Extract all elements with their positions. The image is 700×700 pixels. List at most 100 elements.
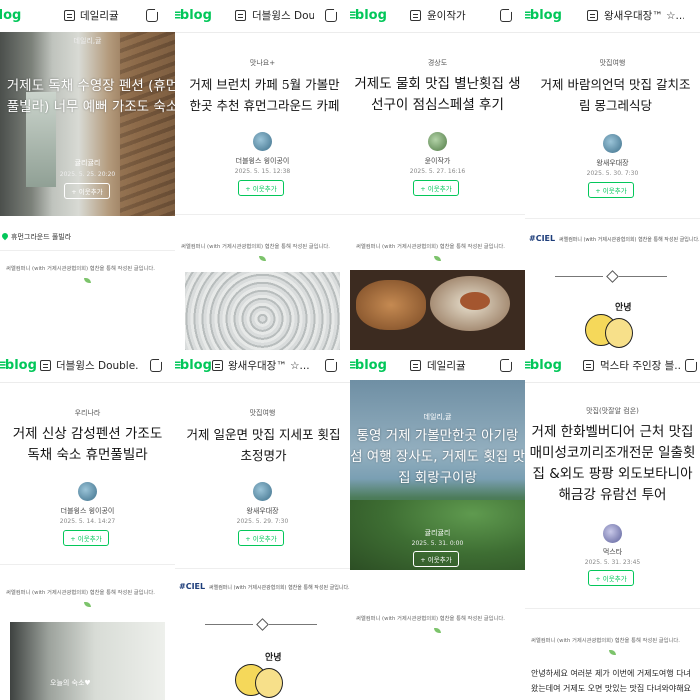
post-title-line: 매미성코끼리조개전문 일출횟 <box>529 445 696 461</box>
blog-logo[interactable]: ≡blog <box>525 350 562 382</box>
logo-text: blog <box>529 8 562 23</box>
notification-icon[interactable] <box>325 7 339 22</box>
add-neighbor-button[interactable]: + 이웃추가 <box>588 182 634 198</box>
blog-name[interactable]: 데일리귤 <box>80 0 119 32</box>
logo-text: blog <box>354 358 387 373</box>
post-title-line: 거제 브런치 카페 5월 가볼만 <box>189 77 340 92</box>
notification-icon[interactable] <box>500 357 514 372</box>
post-title[interactable]: 거제도 물회 맛집 별난횟집 생 선구이 점심스페셜 후기 <box>350 74 525 116</box>
author-name[interactable]: 귤리귤리 <box>350 528 525 538</box>
blog-post-card[interactable]: ≡blog 왕새우대장™ ☆... 맛집여행 거제 일운면 맛집 지세포 횟집 … <box>175 350 350 700</box>
list-icon[interactable] <box>40 360 51 371</box>
author-name[interactable]: 먹스타 <box>525 547 700 557</box>
add-neighbor-button[interactable]: + 이웃추가 <box>413 551 459 567</box>
location-label: 휴먼그라운드 풀빌라 <box>11 233 72 241</box>
author-avatar[interactable] <box>603 134 622 153</box>
post-category[interactable]: 데일리,귤 <box>0 36 175 46</box>
post-title[interactable]: 거제 바람의언덕 맛집 갈치조 림 몽그레식당 <box>525 74 700 116</box>
blog-logo[interactable]: ≡blog <box>175 0 212 32</box>
post-title[interactable]: 거제 브런치 카페 5월 가볼만 한곳 추천 휴먼그라운드 카페 <box>175 74 350 116</box>
author-avatar[interactable] <box>253 132 272 151</box>
blog-logo[interactable]: ≡blog <box>0 350 37 382</box>
blog-post-collage: bblog 데일리귤 데일리,귤 거제도 독채 수영장 펜션 (휴먼 풀빌라) … <box>0 0 700 700</box>
blog-post-card[interactable]: bblog 데일리귤 데일리,귤 거제도 독채 수영장 펜션 (휴먼 풀빌라) … <box>0 0 175 350</box>
blog-name[interactable]: 왕새우대장™ ☆... <box>604 0 684 32</box>
post-category[interactable]: 데일리,귤 <box>350 412 525 422</box>
list-icon[interactable] <box>212 360 223 371</box>
notification-icon[interactable] <box>685 357 699 372</box>
blog-logo[interactable]: bblog <box>0 0 21 32</box>
author-name[interactable]: 더블윙스 윙이공이 <box>0 506 175 516</box>
blog-post-card[interactable]: ≡blog 왕새우대장™ ☆... 맛집여행 거제 바람의언덕 맛집 갈치조 림… <box>525 0 700 350</box>
add-neighbor-button[interactable]: + 이웃추가 <box>238 180 284 196</box>
post-category[interactable]: 맛집여행 <box>525 58 700 68</box>
post-title[interactable]: 거제 일운면 맛집 지세포 횟집 초정명가 <box>175 424 350 466</box>
post-category[interactable]: 우리나라 <box>0 408 175 418</box>
section-divider-left <box>555 276 603 277</box>
add-neighbor-button[interactable]: + 이웃추가 <box>63 530 109 546</box>
notification-icon[interactable] <box>325 357 339 372</box>
post-title-line: 집 회랑구이랑 <box>398 470 477 486</box>
author-name[interactable]: 귤리귤리 <box>0 158 175 168</box>
author-avatar[interactable] <box>78 482 97 501</box>
post-title[interactable]: 통영 거제 가볼만한곳 아기랑 섬 여행 장사도, 거제도 횟집 맛 집 회랑구… <box>350 426 525 489</box>
blog-post-card[interactable]: ≡blog 더블윙스 Double... 맛나요+ 거제 브런치 카페 5월 가… <box>175 0 350 350</box>
location-tag[interactable]: 휴먼그라운드 풀빌라 <box>0 231 72 242</box>
blog-name[interactable]: 왕새우대장™ ☆... <box>228 350 313 382</box>
add-neighbor-button[interactable]: + 이웃추가 <box>588 570 634 586</box>
blog-logo[interactable]: ≡blog <box>525 0 562 32</box>
blog-logo[interactable]: ≡blog <box>350 0 387 32</box>
blog-logo[interactable]: ≡blog <box>350 350 387 382</box>
list-icon[interactable] <box>410 360 421 371</box>
author-name[interactable]: 왕새우대장 <box>175 506 350 516</box>
blog-post-card[interactable]: ≡blog 더블윙스 Double... 우리나라 거제 신상 감성펜션 가조도… <box>0 350 175 700</box>
post-title-line: 풀빌라) 너무 예뻐 가조도 숙소 <box>6 99 175 115</box>
notification-icon[interactable] <box>150 357 164 372</box>
sponsorship-note: 써엘컴퍼니 (with 거제시관광협의회) 협찬을 통해 작성된 글입니다. <box>6 590 155 596</box>
author-avatar[interactable] <box>603 524 622 543</box>
author-avatar[interactable] <box>428 132 447 151</box>
list-icon[interactable] <box>587 10 598 21</box>
logo-text: blog <box>529 358 562 373</box>
blog-post-card[interactable]: ≡blog 먹스타 주인장 블... 맛집(맛잘알 컴온) 거제 한화벨버디어 … <box>525 350 700 700</box>
post-title[interactable]: 거제도 독채 수영장 펜션 (휴먼 풀빌라) 너무 예뻐 가조도 숙소 <box>0 76 175 118</box>
blog-name[interactable]: 윤이작가 <box>427 0 466 32</box>
list-icon[interactable] <box>64 10 75 21</box>
post-title-line: 섬 여행 장사도, 거제도 횟집 맛 <box>350 449 525 465</box>
logo-text: blog <box>4 358 37 373</box>
author-name[interactable]: 윤이작가 <box>350 156 525 166</box>
leaf-icon <box>84 602 91 607</box>
post-category[interactable]: 맛집(맛잘알 컴온) <box>525 406 700 416</box>
blog-name[interactable]: 데일리귤 <box>427 350 466 382</box>
blog-name[interactable]: 더블윙스 Double... <box>56 350 138 382</box>
post-date: 2025. 5. 30. 7:30 <box>586 170 639 177</box>
blog-post-card[interactable]: ≡blog 데일리귤 데일리,귤 통영 거제 가볼만한곳 아기랑 섬 여행 장사… <box>350 350 525 700</box>
post-category[interactable]: 경상도 <box>350 58 525 68</box>
author-name[interactable]: 더블윙스 윙이공이 <box>175 156 350 166</box>
add-neighbor-button[interactable]: + 이웃추가 <box>413 180 459 196</box>
add-neighbor-button[interactable]: + 이웃추가 <box>238 530 284 546</box>
blog-name[interactable]: 더블윙스 Double... <box>252 0 314 32</box>
author-avatar[interactable] <box>253 482 272 501</box>
leaf-icon <box>84 278 91 283</box>
post-category[interactable]: 맛나요+ <box>175 58 350 68</box>
list-icon[interactable] <box>583 360 594 371</box>
post-title[interactable]: 거제 신상 감성펜션 가조도 독채 숙소 휴먼풀빌라 <box>4 424 171 466</box>
list-icon[interactable] <box>235 10 246 21</box>
post-title[interactable]: 거제 한화벨버디어 근처 맛집 매미성코끼리조개전문 일출횟 집 &외도 팡팡 … <box>525 422 700 506</box>
post-title-line: 한곳 추천 휴먼그라운드 카페 <box>189 98 340 113</box>
list-icon[interactable] <box>410 10 421 21</box>
divider <box>0 250 175 251</box>
blog-name[interactable]: 먹스타 주인장 블... <box>600 350 680 382</box>
blog-logo[interactable]: ≡blog <box>175 350 212 382</box>
post-category[interactable]: 맛집여행 <box>175 408 350 418</box>
post-date: 2025. 5. 25. 20:20 <box>59 171 116 178</box>
author-name[interactable]: 왕새우대장 <box>525 158 700 168</box>
greeting-sticker: 안녕 <box>581 300 641 350</box>
blog-post-card[interactable]: ≡blog 윤이작가 경상도 거제도 물회 맛집 별난횟집 생 선구이 점심스페… <box>350 0 525 350</box>
add-neighbor-button[interactable]: + 이웃추가 <box>64 183 110 199</box>
sticker-text: 안녕 <box>615 303 632 313</box>
notification-icon[interactable] <box>500 7 514 22</box>
sponsorship-note: 써엘컴퍼니 (with 거제시관광협의회) 협찬을 통해 작성된 글입니다. <box>356 244 505 250</box>
notification-icon[interactable] <box>146 7 160 22</box>
